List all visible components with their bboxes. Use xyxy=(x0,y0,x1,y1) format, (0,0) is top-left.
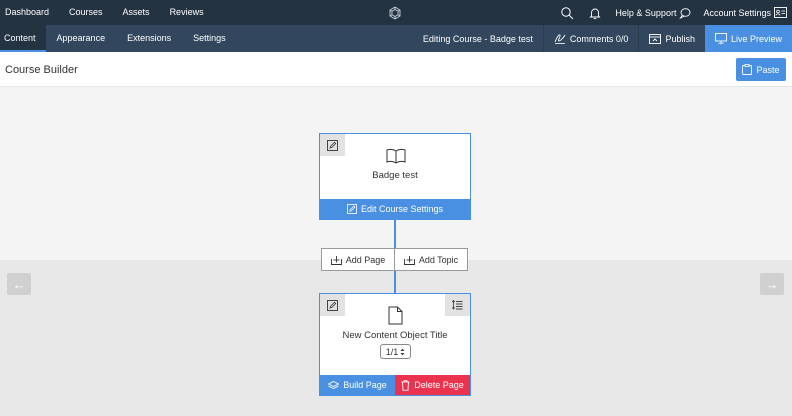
nav-assets[interactable]: Assets xyxy=(113,0,160,25)
paste-button[interactable]: Paste xyxy=(736,58,786,81)
add-topic-label: Add Topic xyxy=(418,254,459,265)
live-preview-button[interactable]: Live Preview xyxy=(704,25,792,52)
page-order-value: 1/1 xyxy=(385,346,399,357)
connector-line-top xyxy=(394,219,396,249)
sort-list-icon xyxy=(452,300,463,310)
build-page-button[interactable]: Build Page xyxy=(320,375,395,395)
publish-button[interactable]: Publish xyxy=(638,25,705,52)
add-topic-button[interactable]: Add Topic xyxy=(395,249,467,270)
add-icon xyxy=(403,255,415,265)
edit-page-corner-button[interactable] xyxy=(320,294,345,316)
page-name: New Content Object Title xyxy=(342,330,448,341)
stepper-arrows-icon xyxy=(400,348,405,355)
add-page-label: Add Page xyxy=(345,254,386,265)
publish-icon xyxy=(649,34,662,44)
comments-label: Comments 0/0 xyxy=(569,33,629,44)
tab-content[interactable]: Content xyxy=(0,25,46,52)
add-page-button[interactable]: Add Page xyxy=(322,249,395,270)
monitor-icon xyxy=(715,33,727,44)
reorder-page-button[interactable] xyxy=(445,294,470,316)
sub-nav-bar: Content Appearance Extensions Settings E… xyxy=(0,25,792,52)
scroll-right-button[interactable]: → xyxy=(760,273,784,295)
paste-label: Paste xyxy=(756,64,780,75)
tab-appearance[interactable]: Appearance xyxy=(46,25,117,52)
nav-courses[interactable]: Courses xyxy=(59,0,113,25)
edit-course-corner-button[interactable] xyxy=(320,134,345,156)
comments-button[interactable]: Comments 0/0 xyxy=(542,25,639,52)
delete-page-label: Delete Page xyxy=(414,380,464,390)
edit-icon xyxy=(327,139,338,151)
editing-course-text: Editing Course - Badge test xyxy=(422,33,533,44)
signature-icon xyxy=(554,34,566,44)
layers-icon xyxy=(328,380,340,389)
arrow-right-icon: → xyxy=(765,276,779,292)
nav-dashboard[interactable]: Dashboard xyxy=(0,0,59,25)
account-settings-link[interactable]: Account Settings xyxy=(697,7,792,18)
top-nav-bar: Dashboard Courses Assets Reviews Help & … xyxy=(0,0,792,25)
help-support-link[interactable]: Help & Support xyxy=(609,7,697,19)
live-preview-label: Live Preview xyxy=(730,33,782,44)
title-bar: Course Builder xyxy=(0,52,792,87)
page-order-stepper[interactable]: 1/1 xyxy=(380,344,411,359)
edit-course-settings-button[interactable]: Edit Course Settings xyxy=(320,199,470,219)
tab-settings[interactable]: Settings xyxy=(182,25,237,52)
editing-course-label: Editing Course - Badge test xyxy=(413,25,543,52)
help-support-label: Help & Support xyxy=(615,7,677,18)
edit-icon xyxy=(347,204,357,214)
connector-line-bottom xyxy=(394,270,396,294)
book-icon xyxy=(386,148,406,164)
clipboard-icon xyxy=(742,64,753,75)
add-icon xyxy=(330,255,342,265)
publish-label: Publish xyxy=(665,33,695,44)
account-settings-label: Account Settings xyxy=(703,7,771,18)
trash-icon xyxy=(401,379,410,391)
chat-bubble-icon xyxy=(679,7,691,19)
course-name: Badge test xyxy=(372,170,418,181)
course-card: Badge test Edit Course Settings xyxy=(319,133,471,220)
scroll-left-button[interactable]: ← xyxy=(7,273,31,295)
tab-extensions[interactable]: Extensions xyxy=(116,25,182,52)
id-card-icon xyxy=(774,7,787,18)
edit-icon xyxy=(327,299,338,311)
nav-reviews[interactable]: Reviews xyxy=(160,0,214,25)
edit-course-settings-label: Edit Course Settings xyxy=(360,204,444,214)
bell-icon[interactable] xyxy=(588,6,602,20)
logo-icon[interactable] xyxy=(388,6,402,20)
delete-page-button[interactable]: Delete Page xyxy=(395,375,470,395)
page-card-footer: Build Page Delete Page xyxy=(320,375,470,395)
build-page-label: Build Page xyxy=(343,380,387,390)
arrow-left-icon: ← xyxy=(12,276,26,292)
page-icon xyxy=(388,306,403,325)
search-icon[interactable] xyxy=(560,6,574,20)
page-title: Course Builder xyxy=(5,64,78,76)
add-buttons-group: Add Page Add Topic xyxy=(321,248,468,271)
